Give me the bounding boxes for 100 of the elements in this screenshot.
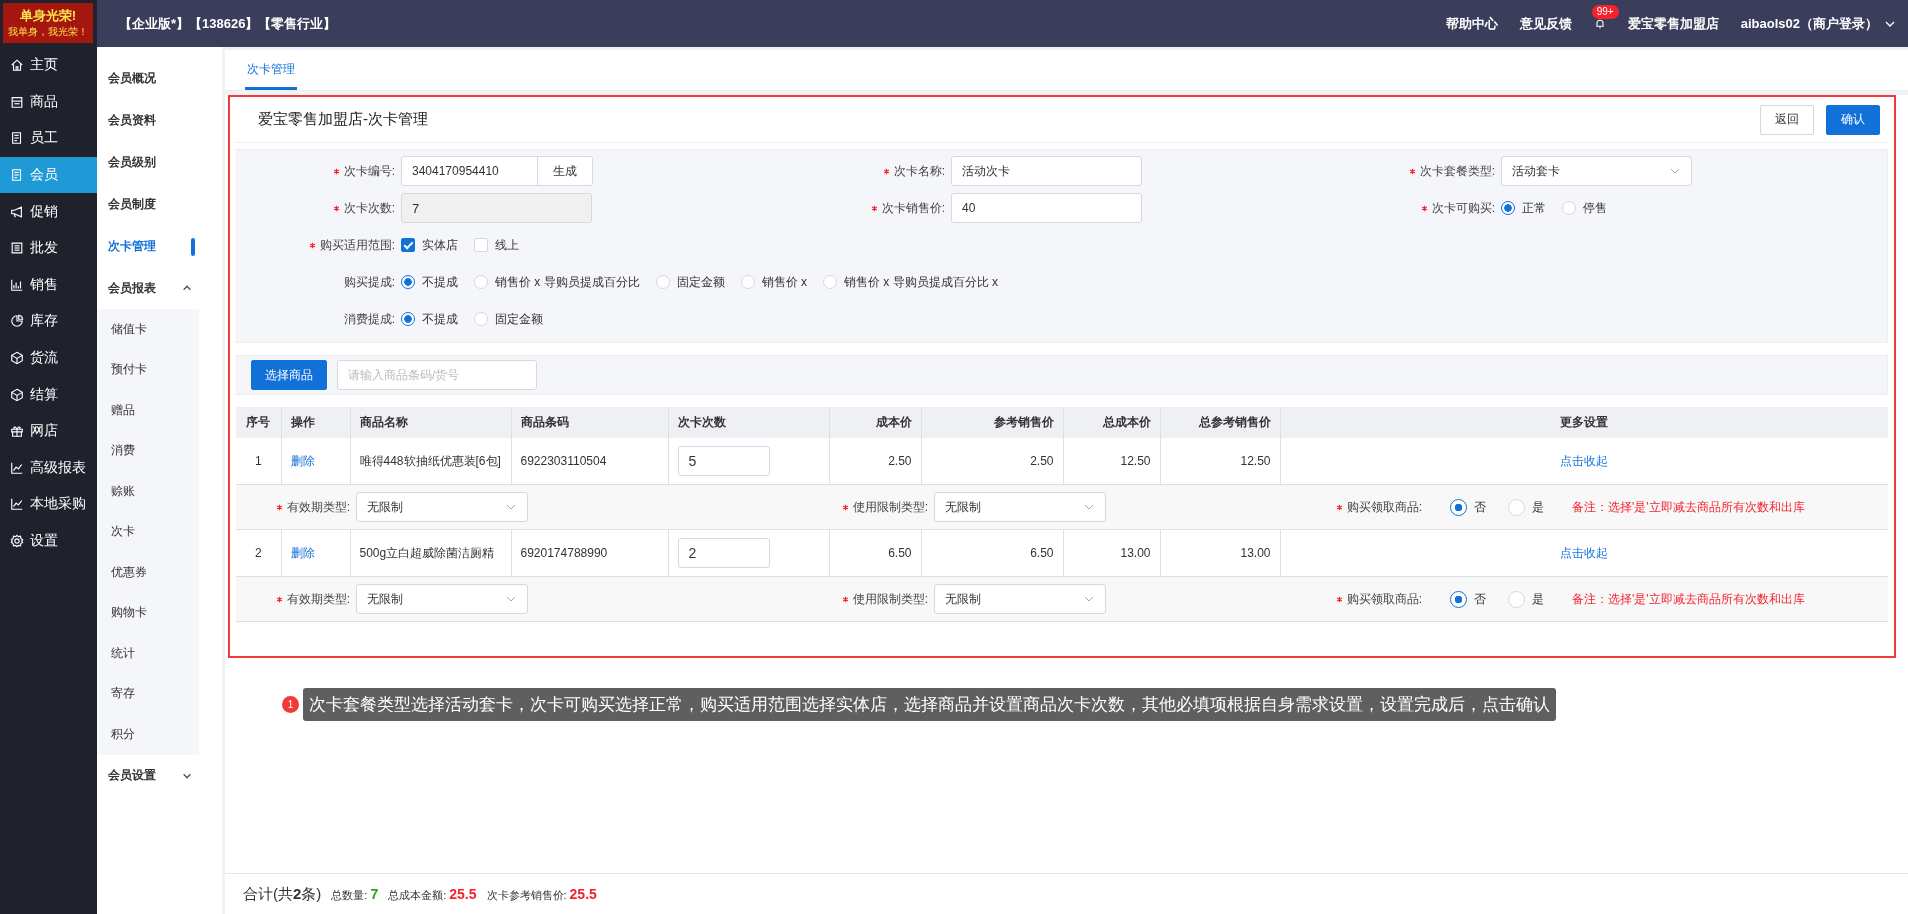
nav-item[interactable]: 设置 <box>0 522 97 560</box>
select-field[interactable]: 活动套卡 <box>1501 156 1692 186</box>
field-label: 次卡套餐类型: <box>1419 162 1495 180</box>
sub-nav-item[interactable]: 统计 <box>97 633 199 674</box>
gift-icon <box>10 424 24 439</box>
summary-value: 7 <box>370 885 379 902</box>
nav-item[interactable]: 本地采购 <box>0 486 97 523</box>
nav-item[interactable]: 主页 <box>0 47 97 84</box>
confirm-button[interactable]: 确认 <box>1826 104 1880 135</box>
select-field[interactable]: 无限制 <box>356 584 528 614</box>
search-field[interactable]: 请输入商品条码/货号 <box>337 360 537 390</box>
pie-chart-icon <box>10 314 24 329</box>
column-header: 成本价 <box>829 407 921 438</box>
sub-nav-item[interactable]: 会员报表 <box>97 267 222 309</box>
tab[interactable]: 次卡管理 <box>245 61 297 90</box>
checkbox[interactable] <box>401 238 415 252</box>
sub-nav-item[interactable]: 赊账 <box>97 471 199 512</box>
sub-nav-item[interactable]: 次卡管理 <box>97 225 222 267</box>
header-link[interactable]: 帮助中心 <box>1445 14 1498 33</box>
select-field[interactable]: 无限制 <box>934 492 1106 522</box>
sub-nav-item[interactable]: 会员级别 <box>97 141 222 183</box>
sub-nav-item[interactable]: 消费 <box>97 430 199 471</box>
table-cell: 12.50 <box>1063 438 1160 485</box>
delete-link[interactable]: 删除 <box>290 545 315 560</box>
sub-nav-item[interactable]: 优惠券 <box>97 552 199 593</box>
storefront-icon <box>10 94 24 109</box>
nav-item[interactable]: 销售 <box>0 266 97 304</box>
column-header: 次卡次数 <box>668 407 829 438</box>
summary-value: 25.5 <box>569 885 597 902</box>
sub-nav-item[interactable]: 次卡 <box>97 511 199 552</box>
field-label: 次卡可购买: <box>1431 199 1495 217</box>
nav-item[interactable]: 员工 <box>0 120 97 157</box>
nav-item[interactable]: 批发 <box>0 229 97 267</box>
radio-button[interactable] <box>1501 201 1515 215</box>
gear-icon <box>10 534 24 548</box>
sub-nav-item[interactable]: 寄存 <box>97 673 199 714</box>
nav-item[interactable]: 货流 <box>0 339 97 377</box>
store-name: 爱宝零售加盟店 <box>1627 14 1719 33</box>
sub-nav-item[interactable]: 会员资料 <box>97 99 222 141</box>
delete-link[interactable]: 删除 <box>290 453 315 468</box>
sub-nav-item[interactable]: 储值卡 <box>97 309 199 350</box>
summary-label: 总成本金额: <box>388 887 447 903</box>
field-label: 次卡名称: <box>893 162 945 180</box>
bell-icon[interactable] <box>1593 17 1606 30</box>
nav-item[interactable]: 网店 <box>0 412 97 450</box>
summary-text: 合计(共2条) <box>243 884 322 904</box>
select-field[interactable]: 无限制 <box>356 492 528 522</box>
count-input[interactable]: 2 <box>677 538 770 568</box>
required-icon <box>841 503 849 511</box>
input-field[interactable]: 40 <box>951 193 1142 223</box>
summary-value: 25.5 <box>449 885 477 902</box>
input-field[interactable]: 3404170954410 <box>401 156 538 186</box>
sub-nav-item[interactable]: 赠品 <box>97 390 199 431</box>
option-label: 是 <box>1532 498 1544 516</box>
field-label: 有效期类型: <box>286 590 350 608</box>
table-cell: 13.00 <box>1063 529 1160 577</box>
column-header: 总参考销售价 <box>1160 407 1280 438</box>
option-label: 实体店 <box>422 236 458 254</box>
table-cell: 2 <box>236 529 281 577</box>
radio-button[interactable] <box>401 275 415 289</box>
radio-button[interactable] <box>1450 498 1467 516</box>
user-menu[interactable]: aibaols02（商户登录） <box>1740 14 1878 33</box>
sub-nav-item[interactable]: 购物卡 <box>97 592 199 633</box>
collapse-link[interactable]: 点击收起 <box>1560 545 1609 560</box>
bar-chart-icon <box>10 277 24 292</box>
nav-item[interactable]: 高级报表 <box>0 449 97 487</box>
sub-nav-item[interactable]: 会员设置 <box>97 754 222 797</box>
table-cell: 2.50 <box>829 438 921 485</box>
sub-nav-item[interactable]: 预付卡 <box>97 349 199 390</box>
radio-button[interactable] <box>401 312 415 326</box>
header-link[interactable]: 意见反馈 <box>1519 14 1572 33</box>
input-field[interactable]: 活动次卡 <box>951 156 1142 186</box>
nav-item[interactable]: 结算 <box>0 376 97 413</box>
count-input[interactable]: 5 <box>677 446 770 476</box>
nav-item[interactable]: 促销 <box>0 193 97 230</box>
collapse-link[interactable]: 点击收起 <box>1560 453 1609 468</box>
table-cell: 2.50 <box>921 438 1063 485</box>
option-label: 否 <box>1474 498 1486 516</box>
generate-button[interactable]: 生成 <box>538 156 593 186</box>
nav-item[interactable]: 商品 <box>0 83 97 121</box>
field-label: 购买领取商品: <box>1346 498 1422 516</box>
field-label: 使用限制类型: <box>852 590 928 608</box>
table-cell: 6.50 <box>829 529 921 577</box>
column-header: 更多设置 <box>1280 407 1888 438</box>
input-field[interactable]: 7 <box>401 193 592 223</box>
option-label: 销售价 x 导购员提成百分比 <box>495 273 640 291</box>
select-field[interactable]: 无限制 <box>934 584 1106 614</box>
radio-button[interactable] <box>1450 590 1467 608</box>
required-icon <box>275 595 283 603</box>
option-label: 是 <box>1532 590 1544 608</box>
select-goods-button[interactable]: 选择商品 <box>251 360 327 390</box>
instruction-tooltip: 次卡套餐类型选择活动套卡，次卡可购买选择正常，购买适用范围选择实体店，选择商品并设置商品次卡次数，其他必填项根据自身需求设置，设置完成后，点击确认 <box>303 688 1556 721</box>
sub-nav-item[interactable]: 积分 <box>97 714 199 755</box>
sub-nav-item[interactable]: 会员制度 <box>97 183 222 225</box>
back-button[interactable]: 返回 <box>1760 104 1814 135</box>
option-label: 销售价 x <box>761 273 807 291</box>
nav-item[interactable]: 库存 <box>0 303 97 340</box>
sub-nav-item[interactable]: 会员概况 <box>97 57 222 99</box>
step-number: 1 <box>282 696 299 713</box>
field-label: 使用限制类型: <box>852 498 928 516</box>
